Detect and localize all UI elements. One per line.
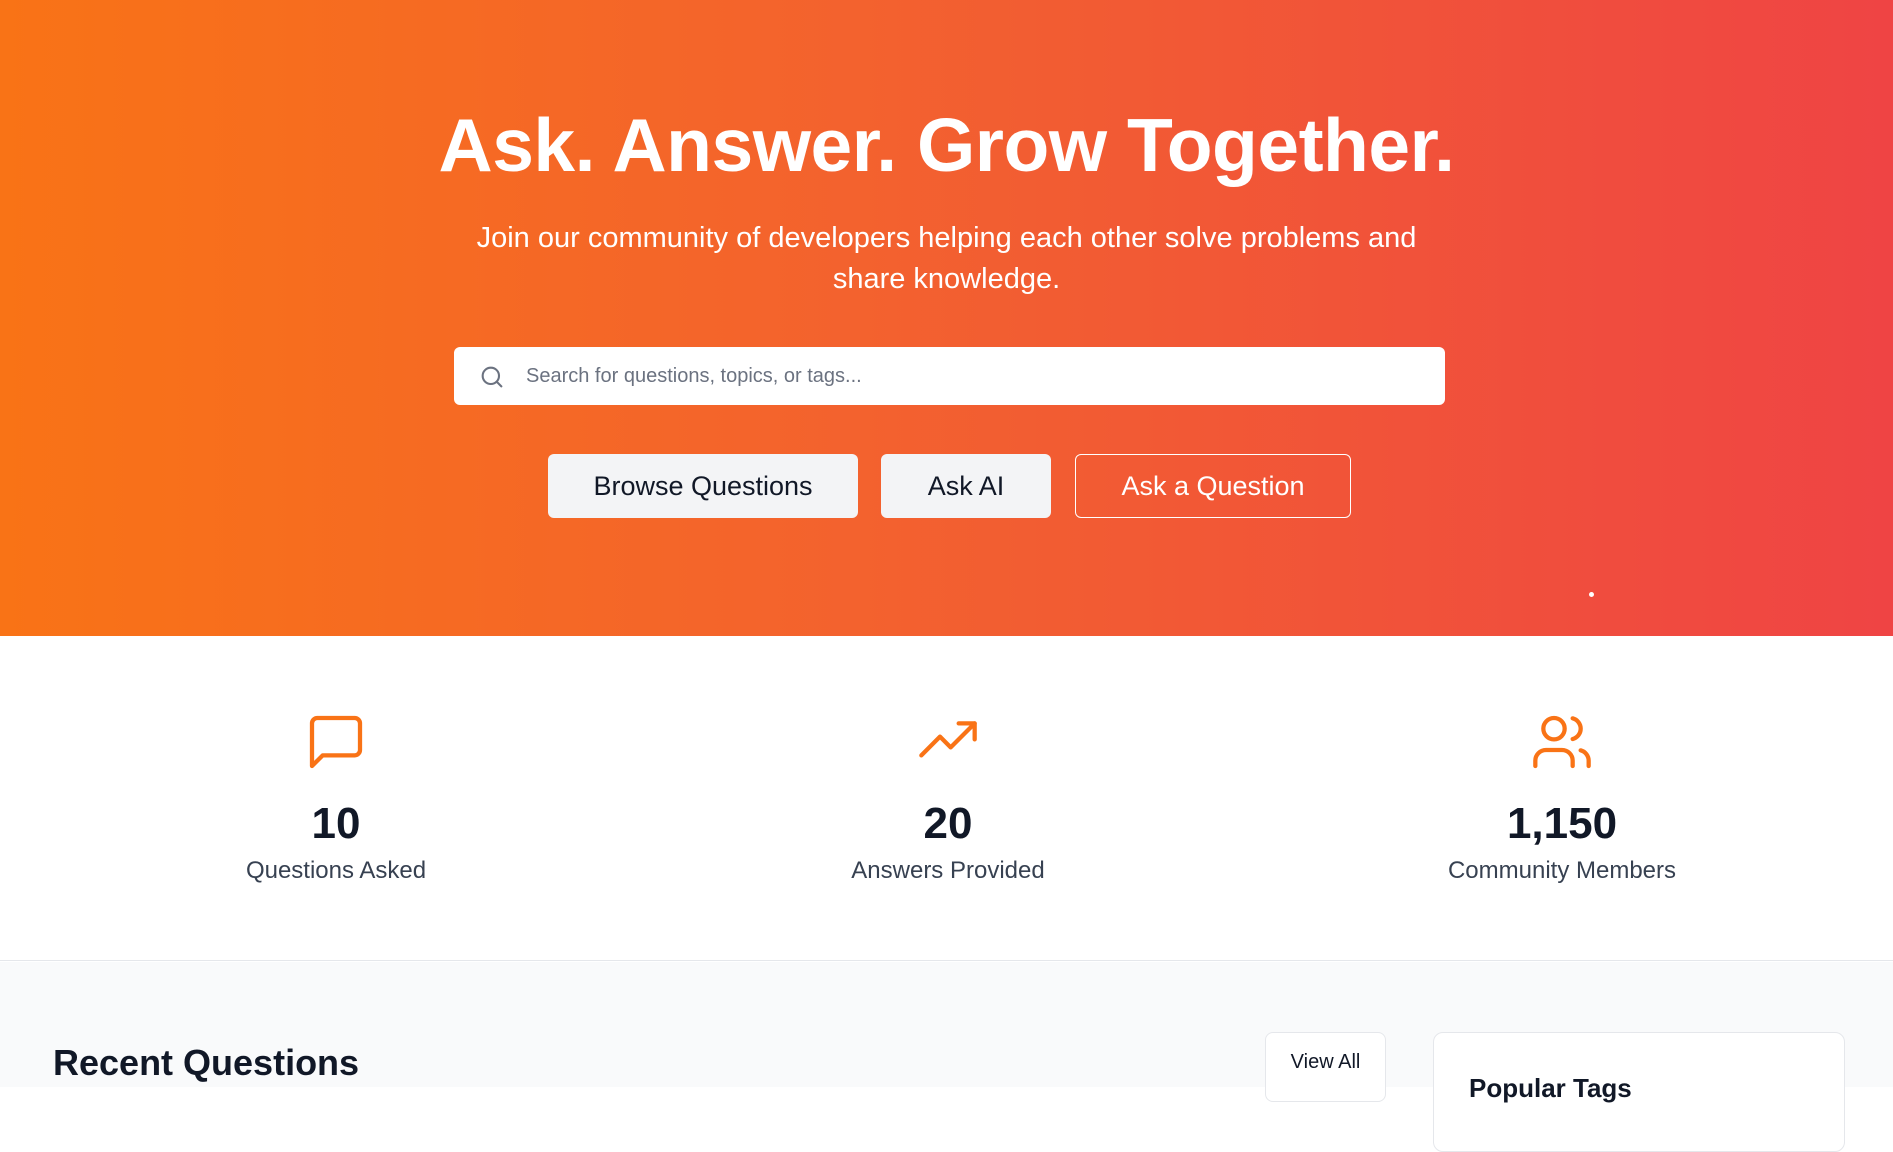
content-section: Recent Questions View All Popular Tags — [0, 962, 1893, 1152]
stat-label: Community Members — [1447, 857, 1677, 884]
users-icon — [1533, 715, 1591, 769]
hero-subtitle: Join our community of developers helping… — [476, 222, 1417, 295]
hero-title: Ask. Answer. Grow Together. — [438, 103, 1455, 187]
search-input[interactable] — [524, 355, 1424, 397]
stat-label: Questions Asked — [245, 857, 427, 884]
stat-value: 10 — [311, 799, 361, 848]
ask-question-button[interactable]: Ask a Question — [1075, 454, 1351, 518]
popular-tags-card: Popular Tags — [1433, 1032, 1845, 1152]
stat-answers: 20 Answers Provided — [748, 636, 1148, 961]
recent-questions-title: Recent Questions — [53, 1042, 360, 1083]
message-square-icon — [309, 715, 363, 769]
stats-section: 10 Questions Asked 20 Answers Provided 1… — [0, 636, 1893, 961]
stat-label: Answers Provided — [851, 857, 1045, 884]
browse-questions-button[interactable]: Browse Questions — [548, 454, 858, 518]
search-bar[interactable] — [454, 347, 1445, 405]
popular-tags-title: Popular Tags — [1469, 1073, 1632, 1103]
trending-up-icon — [919, 721, 977, 758]
stat-questions: 10 Questions Asked — [136, 636, 536, 961]
hero-section: Ask. Answer. Grow Together. Join our com… — [0, 0, 1893, 636]
search-icon — [481, 366, 503, 388]
view-all-button[interactable]: View All — [1265, 1032, 1386, 1102]
stat-value: 1,150 — [1506, 799, 1618, 848]
ask-ai-button[interactable]: Ask AI — [881, 454, 1051, 518]
stat-value: 20 — [923, 799, 973, 848]
decorative-dot — [1589, 592, 1594, 597]
stat-members: 1,150 Community Members — [1362, 636, 1762, 961]
